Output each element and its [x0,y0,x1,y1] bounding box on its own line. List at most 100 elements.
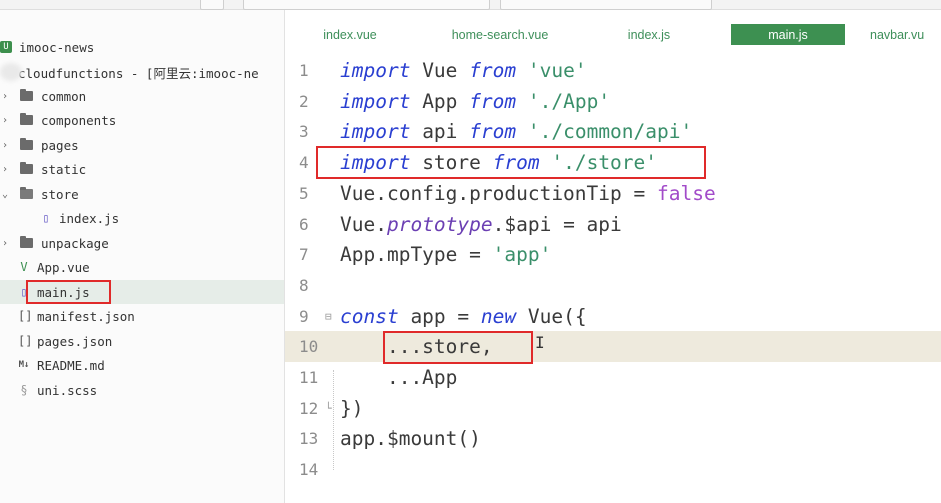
code-token: const [340,304,399,328]
code-text: const app = new Vue({ [340,305,587,328]
tree-item-label: unpackage [41,235,109,251]
line-number: 3 [299,122,309,142]
tab-index-vue[interactable]: index.vue [295,24,405,45]
code-token: App.mpType = [340,243,493,267]
tree-item-manifest-json[interactable]: [] manifest.json [0,304,284,328]
tab-index-js[interactable]: index.js [595,24,703,45]
code-token: store [410,151,493,175]
code-token: ...App [340,366,458,389]
toolbar-search-box[interactable] [243,0,490,10]
line-number: 6 [299,214,309,234]
tree-item-label: App.vue [37,259,90,275]
toolbar-field[interactable] [500,0,712,10]
code-editor[interactable]: 1 import Vue from 'vue' 2 import App from '… [285,52,941,503]
chevron-right-icon[interactable]: › [0,140,10,151]
code-token: prototype [386,212,493,236]
code-line[interactable]: 6 Vue.prototype.$api = api [285,209,941,240]
code-line[interactable]: 11 ...App [285,362,941,393]
code-text: import store from './store' [340,151,657,174]
tree-item-pages-json[interactable]: [] pages.json [0,329,284,353]
code-text: App.mpType = 'app' [340,243,551,266]
line-number: 7 [299,245,309,265]
line-number: 4 [299,153,309,173]
code-token: false [656,181,716,205]
code-line[interactable]: 7 App.mpType = 'app' [285,239,941,270]
tree-item-label: README.md [37,357,105,373]
code-line[interactable]: 1 import Vue from 'vue' [285,55,941,86]
code-token: './common/api' [527,120,693,144]
tree-item-common[interactable]: › common [0,84,284,108]
tree-item-label: main.js [37,284,90,300]
code-text: import Vue from 'vue' [340,59,587,82]
code-text: import api from './common/api' [340,120,692,143]
tree-item-uni-scss[interactable]: § uni.scss [0,378,284,402]
line-number: 11 [299,368,319,387]
code-line[interactable]: 13 app.$mount() [285,423,941,454]
code-line[interactable]: 5 Vue.config.productionTip = false [285,178,941,209]
tree-item-label: index.js [59,210,120,226]
code-token: from [492,151,540,175]
tree-item-label: pages [41,137,79,153]
code-line[interactable]: 12 └}) [285,393,941,424]
tab-navbar-vue[interactable]: navbar.vu [870,24,941,45]
code-token: './store' [551,151,658,175]
code-token: import [340,151,411,175]
chevron-right-icon[interactable]: › [0,91,10,102]
tree-item-static[interactable]: › static [0,157,284,181]
tree-item-label: static [41,161,87,177]
line-number: 2 [299,91,309,111]
window-top-strip [0,0,941,10]
tree-item-pages[interactable]: › pages [0,133,284,157]
code-token: new [480,304,517,328]
code-line[interactable]: 10 ...store, [285,331,941,363]
folder-icon [20,89,33,101]
toolbar-button[interactable] [200,0,224,10]
code-token: ...store, [340,335,493,359]
line-number: 13 [299,429,319,449]
code-line[interactable]: 9 ⊟ const app = new Vue({ [285,301,941,332]
tree-item-store[interactable]: ⌄ store [0,182,284,206]
code-token: }) [340,396,364,420]
chevron-right-icon[interactable]: › [0,164,10,175]
scss-file-icon: § [20,383,28,397]
tree-item-store-index-js[interactable]: ▯ index.js [0,206,284,230]
code-token: import [340,120,411,144]
code-token: './App' [527,89,611,113]
tree-item-readme-md[interactable]: M↓ README.md [0,353,284,377]
code-line[interactable]: 3 import api from './common/api' [285,116,941,147]
code-line[interactable]: 8 [285,270,941,301]
code-token: 'app' [492,243,552,267]
line-number: 12 [299,398,319,418]
code-line[interactable]: 4 import store from './store' [285,147,941,178]
code-token: .$api = api [492,212,622,236]
chevron-down-icon[interactable]: ⌄ [0,189,10,200]
code-token: from [469,120,517,144]
folder-icon [20,113,33,125]
code-token: app.$mount() [340,427,481,451]
tree-root[interactable]: U imooc-news [0,35,284,59]
tree-item-app-vue[interactable]: V App.vue [0,255,284,279]
markdown-file-icon: M↓ [18,360,30,370]
tab-home-search-vue[interactable]: home-search.vue [430,24,570,45]
tree-item-label: store [41,186,79,202]
code-token: 'vue' [527,59,587,82]
tree-item-components[interactable]: › components [0,108,284,132]
code-token: api [410,120,470,144]
fold-marker-icon[interactable]: ⊟ [325,310,332,323]
code-token: Vue [410,59,470,82]
code-line[interactable]: 14 [285,454,941,485]
tree-item-unpackage[interactable]: › unpackage [0,231,284,255]
fold-marker-icon[interactable]: └ [325,402,332,415]
code-line[interactable]: 2 import App from './App' [285,86,941,117]
tree-item-label: manifest.json [37,308,135,324]
tab-main-js[interactable]: main.js [731,24,845,45]
chevron-right-icon[interactable]: › [0,238,10,249]
code-token: app = [398,304,481,328]
line-number: 5 [299,183,309,203]
tree-item-cloudfunctions[interactable]: cloudfunctions - [阿里云:imooc-ne [0,60,284,84]
chevron-right-icon[interactable]: › [0,115,10,126]
line-number: 10 [299,337,319,357]
tree-item-main-js[interactable]: ▯ main.js [0,280,284,304]
